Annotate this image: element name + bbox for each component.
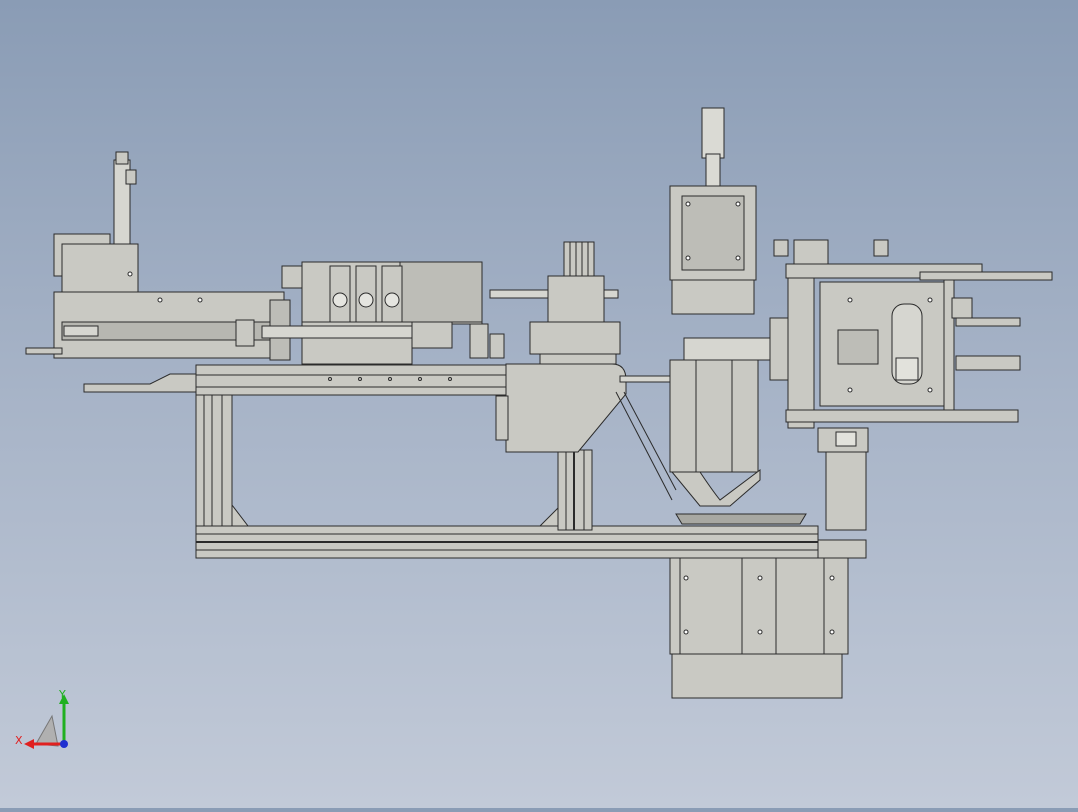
y-axis-label: Y <box>58 688 66 701</box>
coordinate-triad: Y X <box>15 688 69 749</box>
cad-graphics-area[interactable] <box>0 0 1078 808</box>
z-axis-dot-icon <box>60 740 68 748</box>
press-cylinder[interactable] <box>669 107 757 315</box>
bottom-tower[interactable] <box>669 539 867 699</box>
right-bending-head[interactable] <box>773 239 1053 531</box>
left-feeder-unit[interactable] <box>25 151 291 393</box>
roller-straightener[interactable] <box>281 261 483 365</box>
lower-press-block[interactable] <box>615 359 807 525</box>
x-axis-label: X <box>15 734 23 747</box>
machine-assembly-model[interactable] <box>0 0 1078 808</box>
center-cutter-unit[interactable] <box>495 241 627 453</box>
x-arrow-head-icon <box>24 739 34 749</box>
triad-plane-shape <box>35 714 59 747</box>
